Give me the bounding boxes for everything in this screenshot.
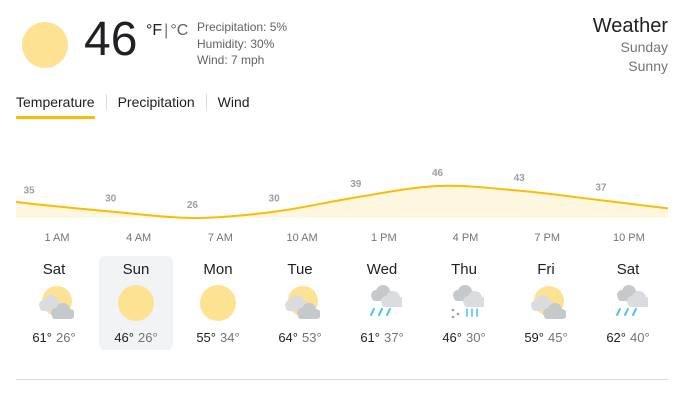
tab-bar: Temperature Precipitation Wind (16, 92, 250, 119)
hour-label: 10 PM (612, 232, 645, 244)
day-temps: 62° 40° (591, 330, 665, 345)
day-temps: 46° 30° (427, 330, 501, 345)
day-name: Thu (451, 261, 477, 278)
hour-label: 4 PM (452, 232, 479, 244)
low-temp: 34° (220, 330, 240, 345)
high-temp: 46° (114, 330, 134, 345)
temperature-data-label: 26 (187, 200, 199, 211)
rain-icon (362, 283, 405, 323)
partly-cloudy-icon (526, 283, 567, 323)
partly-cloudy-icon (280, 283, 321, 323)
temperature-data-label: 46 (432, 168, 444, 179)
hour-label: 1 AM (44, 232, 70, 244)
day-name: Sun (122, 261, 150, 278)
partly-cloudy-icon (34, 283, 75, 323)
hour-label: 1 PM (370, 232, 397, 244)
hour-label: 7 AM (207, 232, 233, 244)
tab-precipitation[interactable]: Precipitation (118, 92, 195, 119)
unit-toggle: °F | °C (146, 22, 188, 40)
sunny-icon (116, 283, 156, 323)
high-temp: 61° (360, 330, 380, 345)
forecast-day-sun[interactable]: Sun 46° 26° (99, 256, 173, 350)
forecast-day-wed[interactable]: Wed 61° 37° (345, 256, 419, 350)
fahrenheit-unit[interactable]: °F (146, 22, 162, 39)
day-temps: 55° 34° (181, 330, 255, 345)
low-temp: 26° (138, 330, 158, 345)
forecast-day-mon[interactable]: Mon 55° 34° (181, 256, 255, 350)
temperature-data-label: 30 (105, 194, 117, 205)
high-temp: 61° (32, 330, 52, 345)
precipitation-detail: Precipitation: 5% (197, 20, 288, 34)
temperature-data-label: 39 (350, 179, 362, 190)
location-header: Weather Sunday Sunny (593, 14, 668, 76)
low-temp: 53° (302, 330, 322, 345)
sunny-icon (22, 22, 68, 68)
temperature-data-label: 37 (595, 182, 607, 193)
high-temp: 59° (524, 330, 544, 345)
day-name: Wed (366, 261, 398, 278)
day-temps: 61° 26° (17, 330, 91, 345)
current-condition: Sunny (628, 58, 668, 74)
humidity-detail: Humidity: 30% (197, 36, 275, 51)
wind-detail: Wind: 7 mph (197, 53, 265, 67)
weather-details: Precipitation: 5% Humidity: 30% Wind: 7 … (197, 19, 287, 69)
snow-rain-icon (444, 283, 487, 323)
forecast-day-tue[interactable]: Tue 64° 53° (263, 256, 337, 350)
day-name: Tue (287, 261, 313, 278)
hour-label: 4 AM (126, 232, 152, 244)
unit-separator: | (164, 22, 169, 39)
low-temp: 45° (548, 330, 568, 345)
day-name: Mon (203, 261, 233, 278)
high-temp: 64° (278, 330, 298, 345)
low-temp: 26° (56, 330, 76, 345)
forecast-day-thu[interactable]: Thu 46° 30° (427, 256, 501, 350)
celsius-unit[interactable]: °C (170, 22, 188, 39)
tab-divider (205, 94, 207, 110)
hour-label: 7 PM (534, 232, 561, 244)
tab-wind[interactable]: Wind (218, 92, 250, 119)
low-temp: 30° (466, 330, 486, 345)
forecast-day-fri[interactable]: Fri 59° 45° (509, 256, 583, 350)
high-temp: 62° (606, 330, 626, 345)
forecast-day-sat[interactable]: Sat 62° 40° (591, 256, 665, 350)
hour-label: 10 AM (286, 232, 318, 244)
weather-title: Weather (592, 15, 668, 37)
day-temps: 61° 37° (345, 330, 419, 345)
forecast-day-sat[interactable]: Sat 61° 26° (17, 256, 91, 350)
current-temperature: 46 (84, 13, 138, 66)
temperature-data-label: 30 (269, 194, 281, 205)
day-temps: 59° 45° (509, 330, 583, 345)
tab-divider (105, 94, 107, 110)
temperature-data-label: 43 (514, 173, 526, 184)
high-temp: 46° (442, 330, 462, 345)
day-name: Fri (537, 261, 555, 278)
low-temp: 37° (384, 330, 404, 345)
day-name: Sat (616, 261, 640, 278)
tab-temperature[interactable]: Temperature (16, 92, 95, 119)
sunny-icon (198, 283, 238, 323)
temperature-data-label: 35 (23, 186, 35, 197)
day-name: Sat (42, 261, 66, 278)
current-day: Sunday (620, 39, 668, 55)
rain-icon (608, 283, 651, 323)
divider (16, 379, 668, 380)
temperature-chart: 35 30 26 30 39 46 43 37 (15, 168, 669, 220)
day-temps: 64° 53° (263, 330, 337, 345)
day-temps: 46° 26° (99, 330, 173, 345)
low-temp: 40° (630, 330, 650, 345)
high-temp: 55° (196, 330, 216, 345)
